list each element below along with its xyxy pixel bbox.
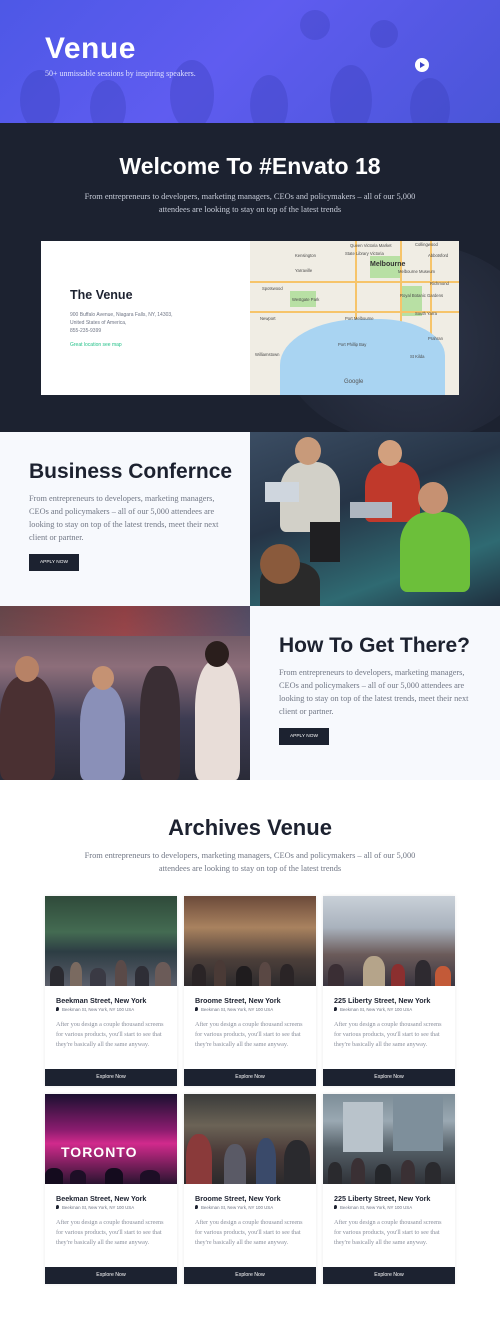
location-pin-icon — [195, 1205, 198, 1209]
venue-card-title[interactable]: Broome Street, New York — [195, 1194, 281, 1203]
venue-card-description: After you design a couple thousand scree… — [334, 1219, 442, 1246]
archives-title: Archives Venue — [168, 815, 332, 840]
map-label: Williamstown — [255, 352, 280, 357]
venue-card-location-text: Beekman St, New York, NY 100 USA — [340, 1007, 413, 1012]
venue-card-description: After you design a couple thousand scree… — [56, 1219, 164, 1246]
map-label: Yarraville — [295, 268, 313, 273]
conference-photo — [250, 432, 500, 606]
map-label: St Kilda — [410, 354, 425, 359]
location-pin-icon — [195, 1007, 198, 1011]
venue-card-item: 225 Liberty Street, New York Beekman St,… — [323, 896, 455, 1086]
howto-text-panel: How To Get There? From entrepreneurs to … — [250, 606, 500, 780]
venue-card-photo — [184, 896, 316, 986]
venue-card-photo: TORONTO — [45, 1094, 177, 1184]
location-pin-icon — [334, 1007, 337, 1011]
venue-card-title[interactable]: Broome Street, New York — [195, 996, 281, 1005]
map-label: Royal Botanic Gardens — [400, 293, 444, 298]
howto-text: From entrepreneurs to developers, market… — [279, 668, 469, 716]
venue-card-location-text: Beekman St, New York, NY 100 USA — [62, 1007, 135, 1012]
map-label: Port Phillip Bay — [338, 342, 367, 347]
map-label: Richmond — [430, 281, 449, 286]
howto-title: How To Get There? — [279, 634, 470, 657]
business-text-panel: Business Confernce From entrepreneurs to… — [0, 432, 250, 606]
venue-info: The Venue 900 Buffalo Avenue, Niagara Fa… — [41, 241, 250, 395]
business-conference-section: Business Confernce From entrepreneurs to… — [0, 432, 500, 606]
hero-subtitle: 50+ unmissable sessions by inspiring spe… — [45, 69, 196, 78]
venue-card-description: After you design a couple thousand scree… — [195, 1021, 303, 1048]
venue-address-line1: 900 Buffalo Avenue, Niagara Falls, NY, 1… — [70, 312, 173, 318]
map-city-label: Melbourne — [370, 261, 406, 268]
location-pin-icon — [334, 1205, 337, 1209]
venue-card-title[interactable]: Beekman Street, New York — [56, 1194, 146, 1203]
hero-banner: Venue 50+ unmissable sessions by inspiri… — [0, 0, 500, 123]
venue-card-location: Beekman St, New York, NY 100 USA — [195, 1007, 273, 1012]
venue-card-location-text: Beekman St, New York, NY 100 USA — [62, 1205, 135, 1210]
map-label: Collingwood — [415, 242, 438, 247]
business-title: Business Confernce — [29, 460, 233, 483]
venue-card-location: Beekman St, New York, NY 100 USA — [56, 1007, 134, 1012]
explore-now-button[interactable]: Explore Now — [184, 1267, 316, 1284]
street-crowd-photo — [0, 606, 250, 780]
archives-section: Archives Venue From entrepreneurs to dev… — [0, 780, 500, 1325]
venue-card-location: Beekman St, New York, NY 100 USA — [56, 1205, 134, 1210]
apply-now-button[interactable]: APPLY NOW — [279, 728, 329, 745]
venue-map[interactable]: Melbourne Collingwood State Library Vict… — [250, 241, 459, 395]
venue-card-location-text: Beekman St, New York, NY 100 USA — [201, 1205, 274, 1210]
venue-card-photo — [184, 1094, 316, 1184]
venue-card-location-text: Beekman St, New York, NY 100 USA — [201, 1007, 274, 1012]
venue-title: The Venue — [70, 288, 133, 302]
venue-card-description: After you design a couple thousand scree… — [56, 1021, 164, 1048]
venue-phone: 855-235-9399 — [70, 328, 102, 334]
map-label: Port Melbourne — [345, 316, 374, 321]
welcome-subtitle: From entrepreneurs to developers, market… — [84, 192, 416, 215]
map-label: Prahran — [428, 336, 443, 341]
venue-card-title[interactable]: 225 Liberty Street, New York — [334, 996, 430, 1005]
venue-card-title[interactable]: Beekman Street, New York — [56, 996, 146, 1005]
venue-card-location-text: Beekman St, New York, NY 100 USA — [340, 1205, 413, 1210]
location-pin-icon — [56, 1205, 59, 1209]
venue-card-item: Broome Street, New York Beekman St, New … — [184, 896, 316, 1086]
venue-card-item: Beekman Street, New York Beekman St, New… — [45, 896, 177, 1086]
venue-address-line2: United States of America, — [70, 320, 127, 326]
venue-card-title[interactable]: 225 Liberty Street, New York — [334, 1194, 430, 1203]
venue-card-description: After you design a couple thousand scree… — [334, 1021, 442, 1048]
map-label: Newport — [260, 316, 276, 321]
venue-card-photo — [45, 896, 177, 986]
welcome-section: Welcome To #Envato 18 From entrepreneurs… — [0, 123, 500, 432]
how-to-get-there-section: How To Get There? From entrepreneurs to … — [0, 606, 500, 780]
map-brand-logo: Google — [344, 379, 364, 385]
archives-subtitle: From entrepreneurs to developers, market… — [84, 851, 416, 874]
map-label: Melbourne Museum — [398, 269, 436, 274]
venue-card-location: Beekman St, New York, NY 100 USA — [334, 1007, 412, 1012]
map-label: South Yarra — [415, 311, 437, 316]
explore-now-button[interactable]: Explore Now — [45, 1267, 177, 1284]
welcome-title: Welcome To #Envato 18 — [119, 153, 381, 179]
venue-card: The Venue 900 Buffalo Avenue, Niagara Fa… — [41, 241, 459, 395]
explore-now-button[interactable]: Explore Now — [45, 1069, 177, 1086]
map-label: Westgate Park — [292, 297, 320, 302]
apply-now-button[interactable]: APPLY NOW — [29, 554, 79, 571]
venue-card-item: Broome Street, New York Beekman St, New … — [184, 1094, 316, 1284]
venue-card-location: Beekman St, New York, NY 100 USA — [195, 1205, 273, 1210]
see-map-link[interactable]: Great location see map — [70, 342, 122, 348]
explore-now-button[interactable]: Explore Now — [323, 1267, 455, 1284]
business-text: From entrepreneurs to developers, market… — [29, 494, 219, 542]
venue-card-location: Beekman St, New York, NY 100 USA — [334, 1205, 412, 1210]
play-icon[interactable] — [415, 58, 429, 72]
location-pin-icon — [56, 1007, 59, 1011]
venue-card-description: After you design a couple thousand scree… — [195, 1219, 303, 1246]
map-label: Kensington — [295, 253, 316, 258]
map-label: Queen Victoria Market — [350, 243, 392, 248]
page-title: Venue — [45, 32, 136, 65]
venue-card-photo — [323, 1094, 455, 1184]
venue-card-photo — [323, 896, 455, 986]
venue-address: 900 Buffalo Avenue, Niagara Falls, NY, 1… — [70, 311, 173, 335]
map-label: Abbotsford — [428, 253, 449, 258]
map-label: Spotswood — [262, 286, 283, 291]
venue-card-item: 225 Liberty Street, New York Beekman St,… — [323, 1094, 455, 1284]
venue-card-item: TORONTO Beekman Street, New York Beekman… — [45, 1094, 177, 1284]
explore-now-button[interactable]: Explore Now — [184, 1069, 316, 1086]
map-label: State Library Victoria — [345, 251, 384, 256]
explore-now-button[interactable]: Explore Now — [323, 1069, 455, 1086]
